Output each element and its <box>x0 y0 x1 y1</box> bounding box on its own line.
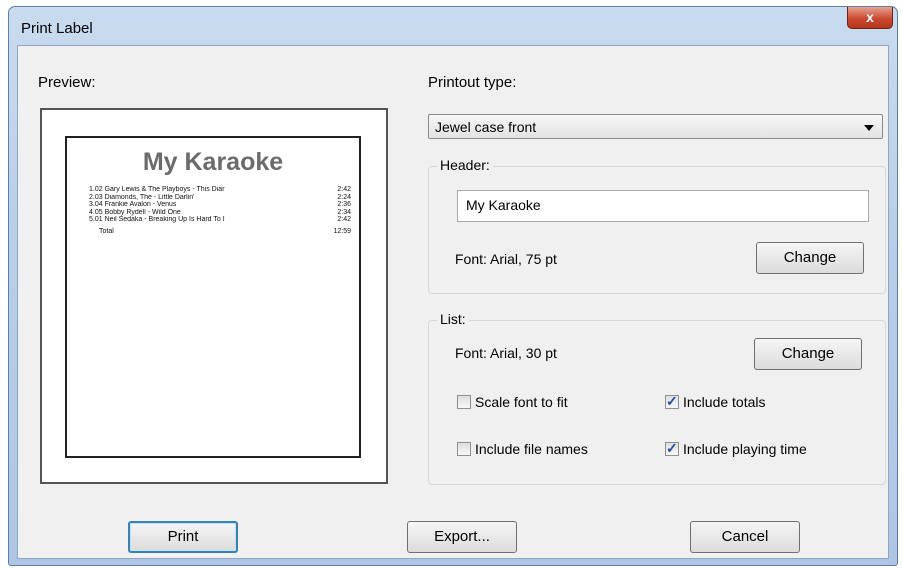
label-preview: My Karaoke 1.02 Gary Lewis & The Playboy… <box>40 108 388 484</box>
include-playing-time-checkbox[interactable]: Include playing time <box>665 440 807 457</box>
list-font-change-button[interactable]: Change <box>754 338 862 370</box>
include-file-names-box[interactable] <box>457 442 471 456</box>
dialog-client-area: Preview: My Karaoke 1.02 Gary Lewis & Th… <box>17 45 889 559</box>
printout-type-select[interactable]: Jewel case front <box>428 114 883 139</box>
preview-total-row: Total 12:59 <box>99 227 351 235</box>
header-font-change-button[interactable]: Change <box>756 242 864 274</box>
preview-track-row: 5.01 Neil Sedaka - Breaking Up Is Hard T… <box>89 216 351 223</box>
list-group: List: Font: Arial, 30 pt Change Scale fo… <box>428 311 886 485</box>
preview-header: My Karaoke <box>142 148 284 176</box>
print-button[interactable]: Print <box>128 521 238 553</box>
preview-track-row: 2.03 Diamonds, The - Little Darlin' 2:24 <box>89 193 351 201</box>
title-bar[interactable]: Print Label x <box>9 7 897 45</box>
header-font-info: Font: Arial, 75 pt <box>455 251 557 267</box>
list-font-info: Font: Arial, 30 pt <box>455 345 557 361</box>
scale-font-box[interactable] <box>457 395 471 409</box>
include-file-names-checkbox[interactable]: Include file names <box>457 441 588 457</box>
printout-type-label: Printout type: <box>428 74 517 91</box>
export-button[interactable]: Export... <box>407 521 517 553</box>
print-label-dialog: Print Label x Preview: My Karaoke 1.02 G… <box>8 6 898 566</box>
close-icon: x <box>866 9 874 25</box>
include-totals-box[interactable] <box>665 393 679 410</box>
include-playing-time-box[interactable] <box>665 440 679 457</box>
header-group-legend: Header: <box>437 157 493 173</box>
cancel-button[interactable]: Cancel <box>690 521 800 553</box>
scale-font-checkbox[interactable]: Scale font to fit <box>457 394 568 410</box>
window-title: Print Label <box>21 20 93 37</box>
preview-track-list: 1.02 Gary Lewis & The Playboys - This Di… <box>89 186 351 235</box>
header-text-input[interactable]: My Karaoke <box>457 190 869 222</box>
preview-track-row: 3.04 Frankie Avalon - Venus 2:36 <box>89 201 351 208</box>
preview-track-row: 1.02 Gary Lewis & The Playboys - This Di… <box>89 186 351 193</box>
preview-page: My Karaoke 1.02 Gary Lewis & The Playboy… <box>65 136 361 458</box>
chevron-down-icon[interactable] <box>864 125 874 131</box>
preview-track-row: 4.05 Bobby Rydell - Wild One 2:34 <box>89 208 351 216</box>
preview-label: Preview: <box>38 74 96 91</box>
header-group: Header: My Karaoke Font: Arial, 75 pt Ch… <box>428 157 886 294</box>
list-group-legend: List: <box>437 311 469 327</box>
include-totals-checkbox[interactable]: Include totals <box>665 393 766 410</box>
close-button[interactable]: x <box>847 7 893 29</box>
printout-type-value: Jewel case front <box>435 119 537 135</box>
